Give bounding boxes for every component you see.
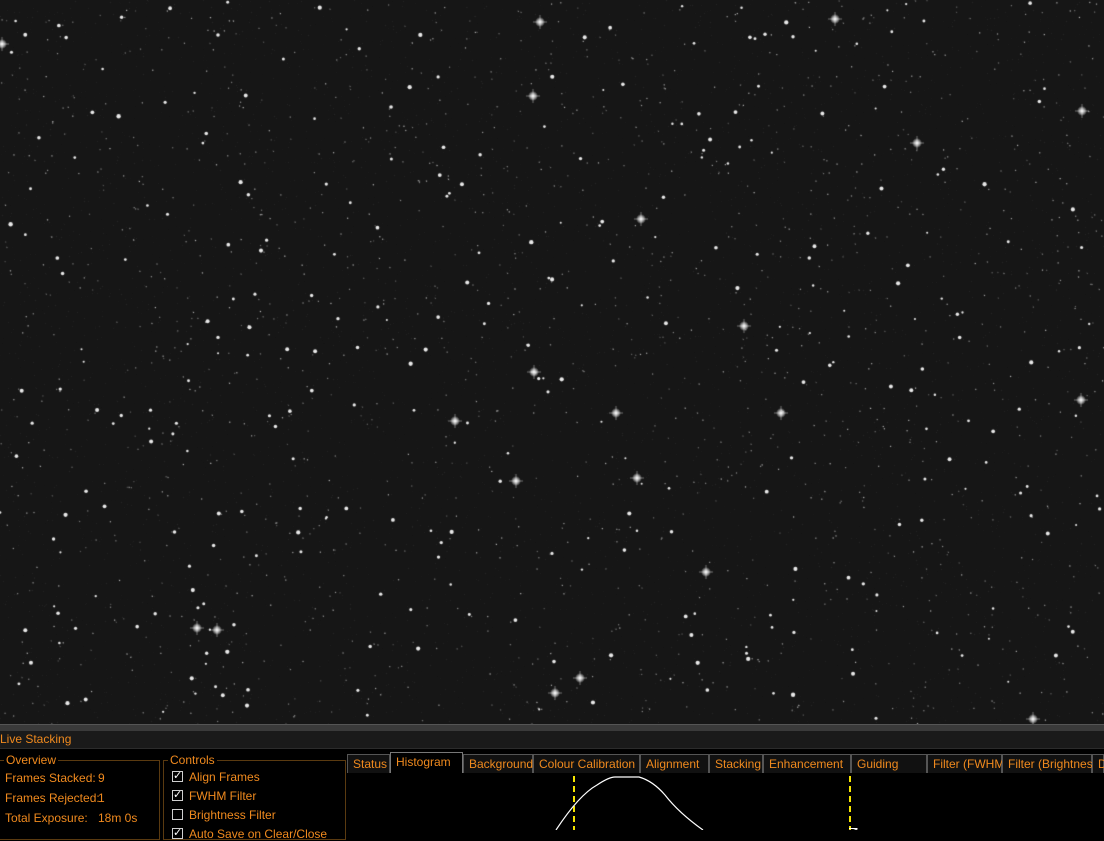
histogram-curve xyxy=(555,776,704,830)
frames-rejected-value: 1 xyxy=(98,791,105,805)
tab-alignment[interactable]: Alignment xyxy=(640,754,709,773)
align-frames-label: Align Frames xyxy=(189,770,260,784)
total-exposure-label: Total Exposure: xyxy=(5,811,88,825)
fwhm-filter-checkbox[interactable]: ✓ xyxy=(172,790,183,801)
fwhm-filter-label: FWHM Filter xyxy=(189,789,257,803)
panel-title: Live Stacking xyxy=(0,731,1104,749)
brightness-filter-label: Brightness Filter xyxy=(189,808,276,822)
overview-group: Overview Frames Stacked: 9 Frames Reject… xyxy=(0,753,160,840)
tab-filter-fwhm[interactable]: Filter (FWHM) xyxy=(927,754,1008,773)
align-frames-checkbox[interactable]: ✓ xyxy=(172,771,183,782)
frames-rejected-label: Frames Rejected: xyxy=(5,791,100,805)
tab-d[interactable]: D xyxy=(1092,754,1104,773)
controls-group: Controls ✓ Align Frames ✓ FWHM Filter Br… xyxy=(163,753,346,841)
controls-title: Controls xyxy=(168,753,217,767)
tab-stacking[interactable]: Stacking xyxy=(709,754,763,773)
histogram-view[interactable]: Mi xyxy=(347,773,1104,830)
brightness-filter-checkbox[interactable] xyxy=(172,809,183,820)
tab-background[interactable]: Background xyxy=(463,754,533,773)
tab-status[interactable]: Status xyxy=(347,754,390,773)
frames-stacked-value: 9 xyxy=(98,771,105,785)
total-exposure-value: 18m 0s xyxy=(98,811,138,825)
live-stack-image[interactable] xyxy=(0,0,1104,724)
panel-splitter[interactable] xyxy=(0,724,1104,731)
auto-save-label: Auto Save on Clear/Close xyxy=(189,827,328,841)
frames-stacked-label: Frames Stacked: xyxy=(5,771,96,785)
panel-tabs: Status Histogram Background Colour Calibrat… xyxy=(347,752,1104,773)
overview-title: Overview xyxy=(4,753,59,767)
tab-filter-brightness[interactable]: Filter (Brightness) xyxy=(1002,754,1103,773)
histogram-chart: Mi xyxy=(555,776,860,830)
live-stacking-panel: Live Stacking Overview Frames Stacked: 9… xyxy=(0,731,1104,841)
tab-colour-calibration[interactable]: Colour Calibration xyxy=(533,754,640,773)
tab-histogram[interactable]: Histogram xyxy=(390,752,463,773)
tab-enhancement[interactable]: Enhancement xyxy=(763,754,851,773)
tab-guiding[interactable]: Guiding xyxy=(851,754,927,773)
